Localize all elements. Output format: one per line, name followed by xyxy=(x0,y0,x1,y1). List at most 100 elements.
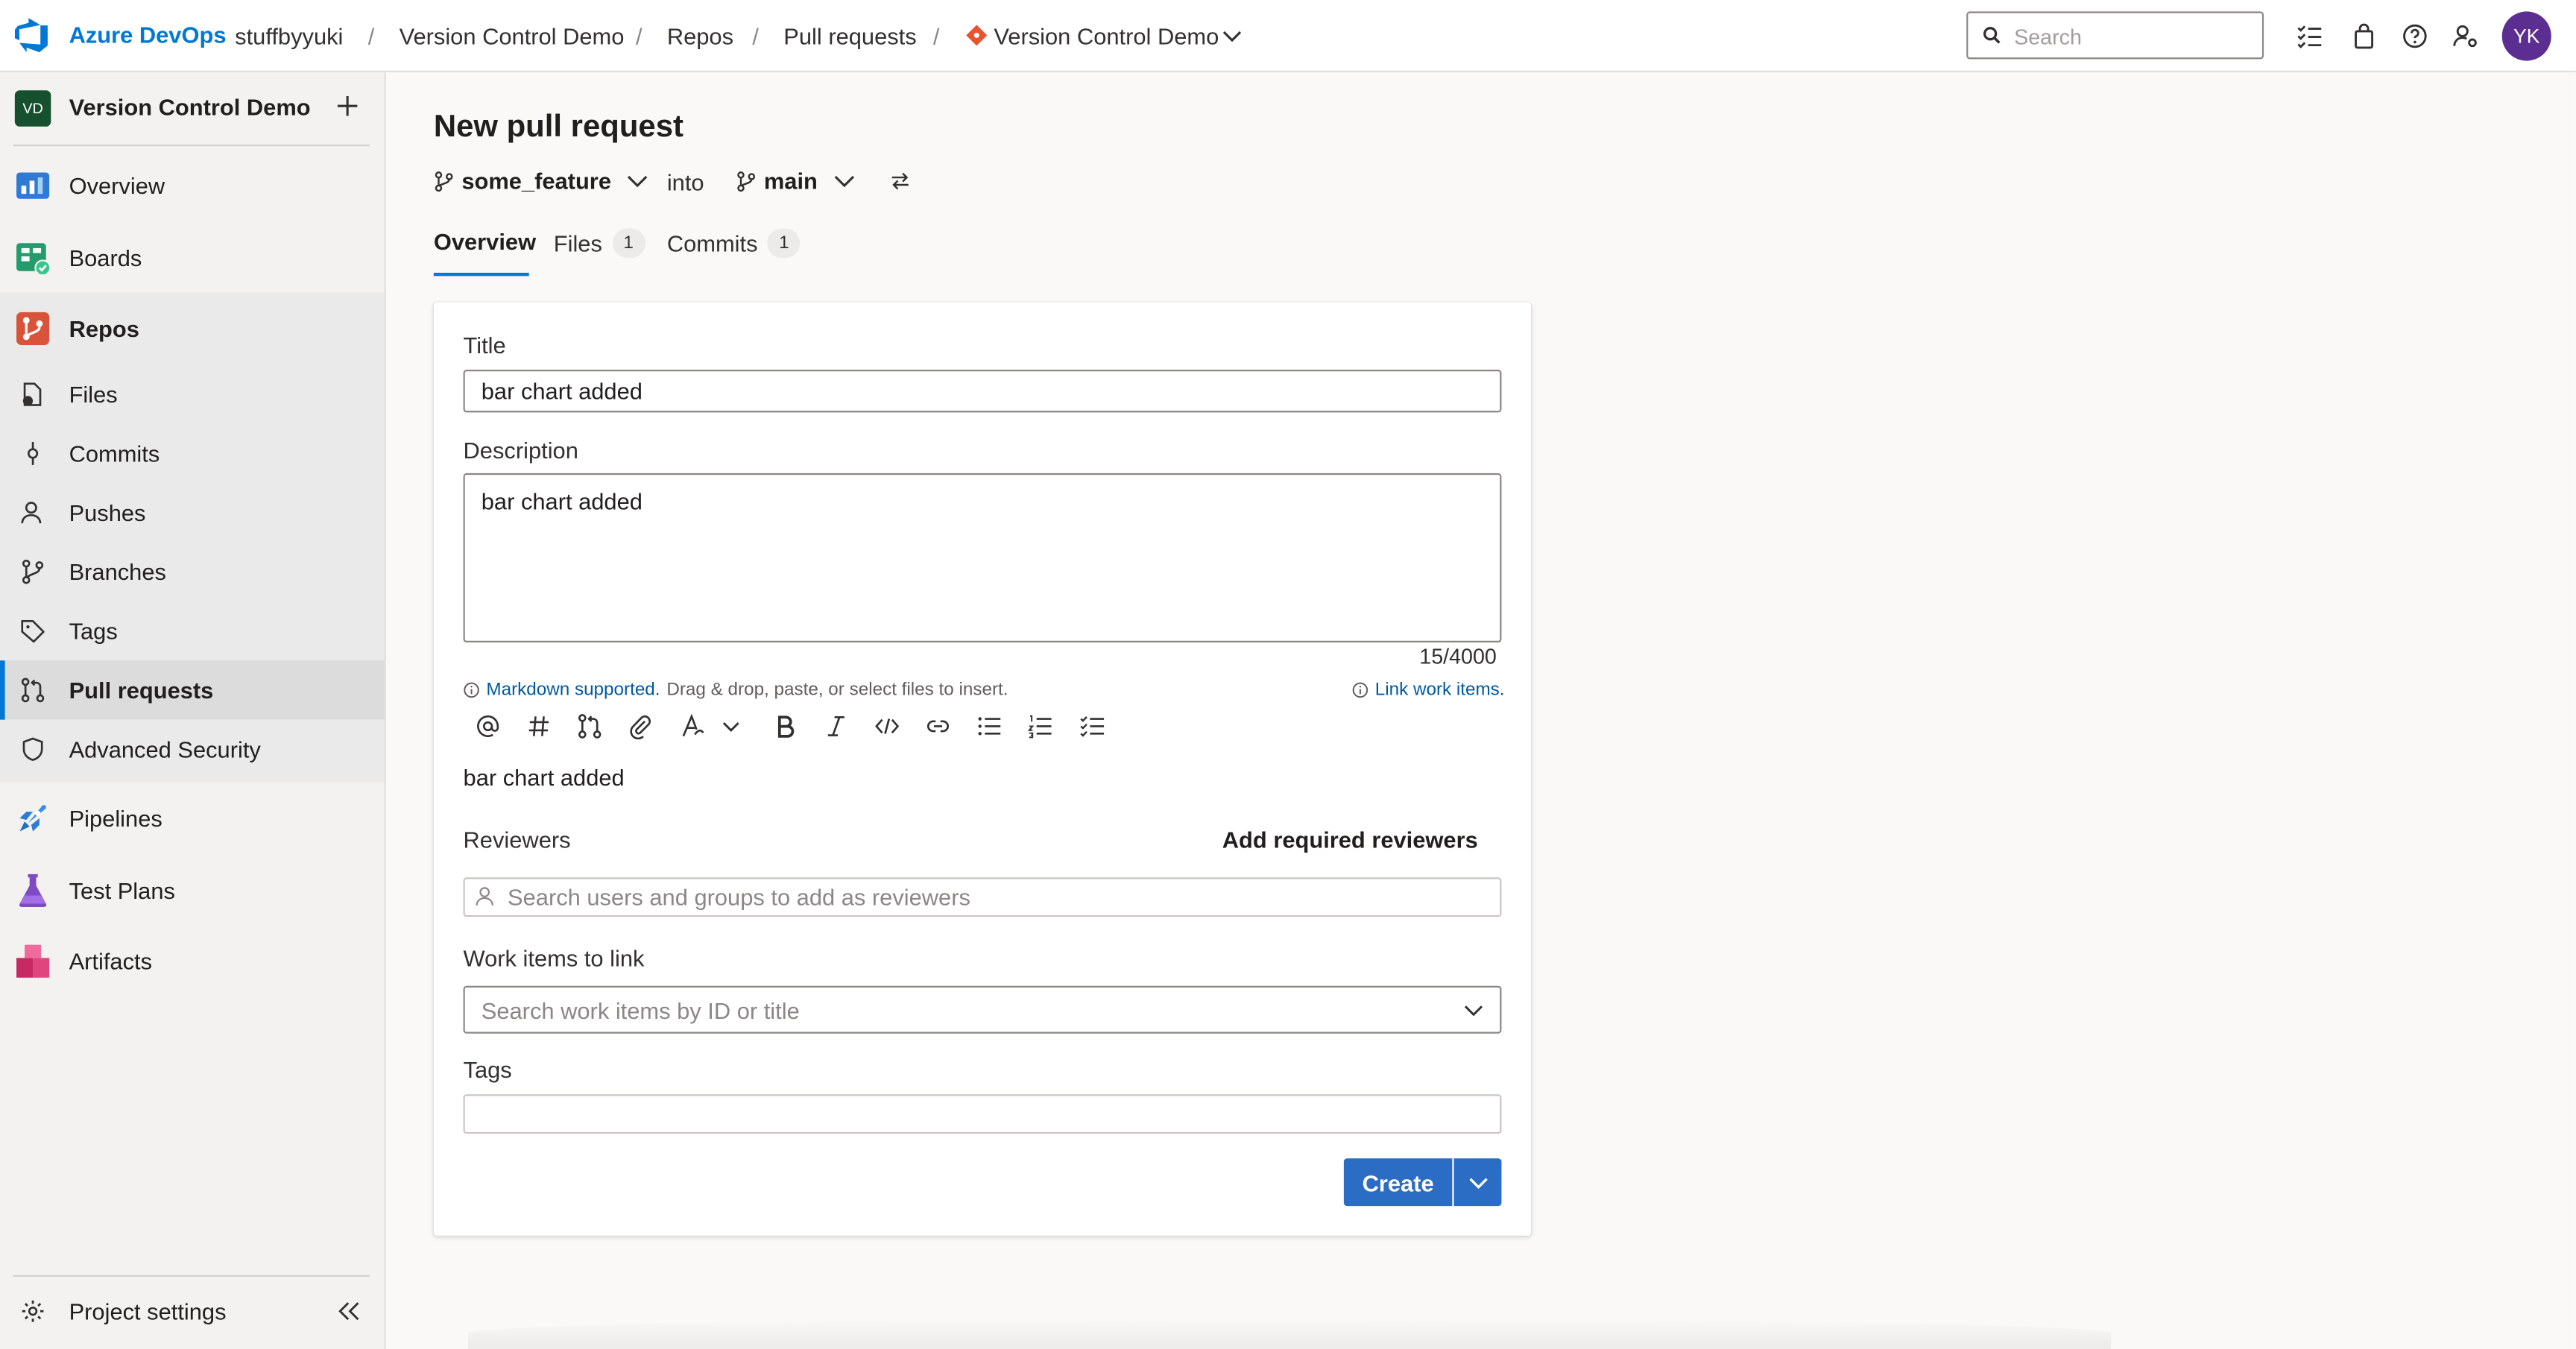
reviewers-search-input[interactable] xyxy=(463,877,1502,917)
sidebar-item-label: Branches xyxy=(69,558,166,585)
mention-icon[interactable] xyxy=(475,713,501,739)
chevron-down-icon[interactable] xyxy=(722,713,741,739)
hashtag-icon[interactable] xyxy=(525,713,552,739)
sidebar-item-label: Pipelines xyxy=(69,805,162,832)
target-branch-name: main xyxy=(763,167,818,195)
active-tab-indicator xyxy=(433,272,529,277)
project-badge[interactable]: VD xyxy=(14,90,51,127)
branch-icon xyxy=(737,170,756,192)
description-textarea[interactable]: bar chart added xyxy=(463,473,1502,642)
sidebar-divider xyxy=(13,145,370,147)
numbered-list-icon[interactable] xyxy=(1027,713,1053,739)
sidebar-item-label: Repos xyxy=(69,315,139,342)
sidebar-item-pushes[interactable]: Pushes xyxy=(0,483,385,542)
tags-label: Tags xyxy=(463,1056,512,1083)
collapse-sidebar-icon[interactable] xyxy=(338,1301,360,1321)
search-icon xyxy=(1983,27,2001,44)
sidebar-item-commits[interactable]: Commits xyxy=(0,424,385,483)
sidebar-item-label: Artifacts xyxy=(69,948,153,975)
reviewers-label: Reviewers xyxy=(463,826,571,853)
create-options-dropdown[interactable] xyxy=(1453,1158,1502,1207)
code-icon[interactable] xyxy=(874,713,900,739)
title-input[interactable] xyxy=(463,370,1502,413)
sidebar-item-advanced-security[interactable]: Advanced Security xyxy=(0,720,385,779)
source-branch-name: some_feature xyxy=(461,167,611,195)
sidebar-item-overview[interactable]: Overview xyxy=(0,156,385,215)
tab-overview[interactable]: Overview xyxy=(434,228,536,254)
sidebar-item-pipelines[interactable]: Pipelines xyxy=(0,789,385,847)
tab-label: Commits xyxy=(666,230,758,256)
source-branch-selector[interactable]: some_feature xyxy=(434,168,649,194)
pull-request-link-icon[interactable] xyxy=(577,713,603,739)
add-required-reviewers-button[interactable]: Add required reviewers xyxy=(1222,827,1478,853)
link-work-items[interactable]: Link work items. xyxy=(1352,680,1505,700)
breadcrumb-org[interactable]: stuffbyyuki xyxy=(235,23,343,49)
chevron-down-icon xyxy=(833,175,854,188)
sidebar-item-tags[interactable]: Tags xyxy=(0,601,385,660)
chevron-down-icon[interactable] xyxy=(1222,28,1242,44)
sidebar-item-label: Commits xyxy=(69,440,160,467)
files-icon xyxy=(22,382,42,406)
help-icon[interactable] xyxy=(2400,22,2430,51)
repos-icon xyxy=(16,312,50,345)
tab-files[interactable]: Files 1 xyxy=(553,228,645,259)
sidebar-item-artifacts[interactable]: Artifacts xyxy=(0,932,385,991)
brand-name[interactable]: Azure DevOps xyxy=(69,22,227,48)
task-list-icon[interactable] xyxy=(1079,713,1105,739)
azure-devops-logo-icon[interactable] xyxy=(14,18,51,54)
chevron-down-icon xyxy=(1468,1177,1487,1189)
sidebar-item-test-plans[interactable]: Test Plans xyxy=(0,861,385,920)
work-items-search-input[interactable] xyxy=(463,985,1502,1034)
breadcrumb-repos[interactable]: Repos xyxy=(667,23,733,49)
project-settings-item[interactable]: Project settings xyxy=(0,1282,385,1341)
project-name[interactable]: Version Control Demo xyxy=(69,94,311,120)
bulleted-list-icon[interactable] xyxy=(976,713,1002,739)
pushes-icon xyxy=(21,502,42,524)
bold-icon[interactable] xyxy=(772,713,798,739)
overview-icon xyxy=(16,172,50,199)
link-icon[interactable] xyxy=(925,713,951,739)
tab-label: Files xyxy=(553,230,602,256)
info-icon xyxy=(1352,682,1368,698)
shield-icon xyxy=(22,737,43,762)
description-preview: bar chart added xyxy=(463,764,625,791)
swap-branches-icon[interactable] xyxy=(891,171,910,190)
attachment-icon[interactable] xyxy=(628,713,654,740)
markdown-supported-link[interactable]: Markdown supported. xyxy=(486,680,660,700)
link-work-items-link[interactable]: Link work items. xyxy=(1375,680,1505,700)
active-indicator xyxy=(0,660,5,720)
breadcrumb-pull-requests[interactable]: Pull requests xyxy=(783,23,916,49)
search-input[interactable] xyxy=(2014,19,2253,53)
scroll-shadow xyxy=(468,1318,2112,1349)
tags-icon xyxy=(21,620,45,643)
target-branch-selector[interactable]: main xyxy=(736,168,855,194)
sidebar-item-files[interactable]: Files xyxy=(0,364,385,423)
shopping-bag-icon[interactable] xyxy=(2349,22,2379,51)
plus-icon[interactable] xyxy=(335,94,360,119)
user-settings-icon[interactable] xyxy=(2451,22,2481,51)
task-list-icon[interactable] xyxy=(2295,22,2325,51)
create-button[interactable]: Create xyxy=(1343,1158,1453,1207)
sidebar-item-boards[interactable]: Boards xyxy=(0,228,385,287)
avatar[interactable]: YK xyxy=(2501,11,2551,61)
breadcrumb-repository[interactable]: Version Control Demo xyxy=(994,23,1219,49)
count-badge: 1 xyxy=(767,228,801,259)
top-bar: Azure DevOps stuffbyyuki / Version Contr… xyxy=(0,0,2576,73)
text-style-icon[interactable] xyxy=(680,713,706,739)
breadcrumb-project[interactable]: Version Control Demo xyxy=(400,23,625,49)
italic-icon[interactable] xyxy=(823,713,849,739)
sidebar-item-pull-requests[interactable]: Pull requests xyxy=(0,660,385,720)
title-label: Title xyxy=(463,332,506,358)
gear-icon xyxy=(22,1300,44,1322)
page-title: New pull request xyxy=(433,110,684,145)
count-badge: 1 xyxy=(612,228,645,259)
markdown-hint: Markdown supported. Drag & drop, paste, … xyxy=(464,680,1008,700)
search-box[interactable] xyxy=(1966,11,2264,60)
git-repo-icon xyxy=(966,25,988,46)
sidebar-item-branches[interactable]: Branches xyxy=(0,543,385,601)
tab-commits[interactable]: Commits 1 xyxy=(666,228,801,259)
tags-input[interactable] xyxy=(463,1094,1502,1134)
sidebar-item-repos[interactable]: Repos xyxy=(0,299,385,358)
chevron-down-icon xyxy=(628,175,648,188)
boards-icon xyxy=(16,243,51,277)
